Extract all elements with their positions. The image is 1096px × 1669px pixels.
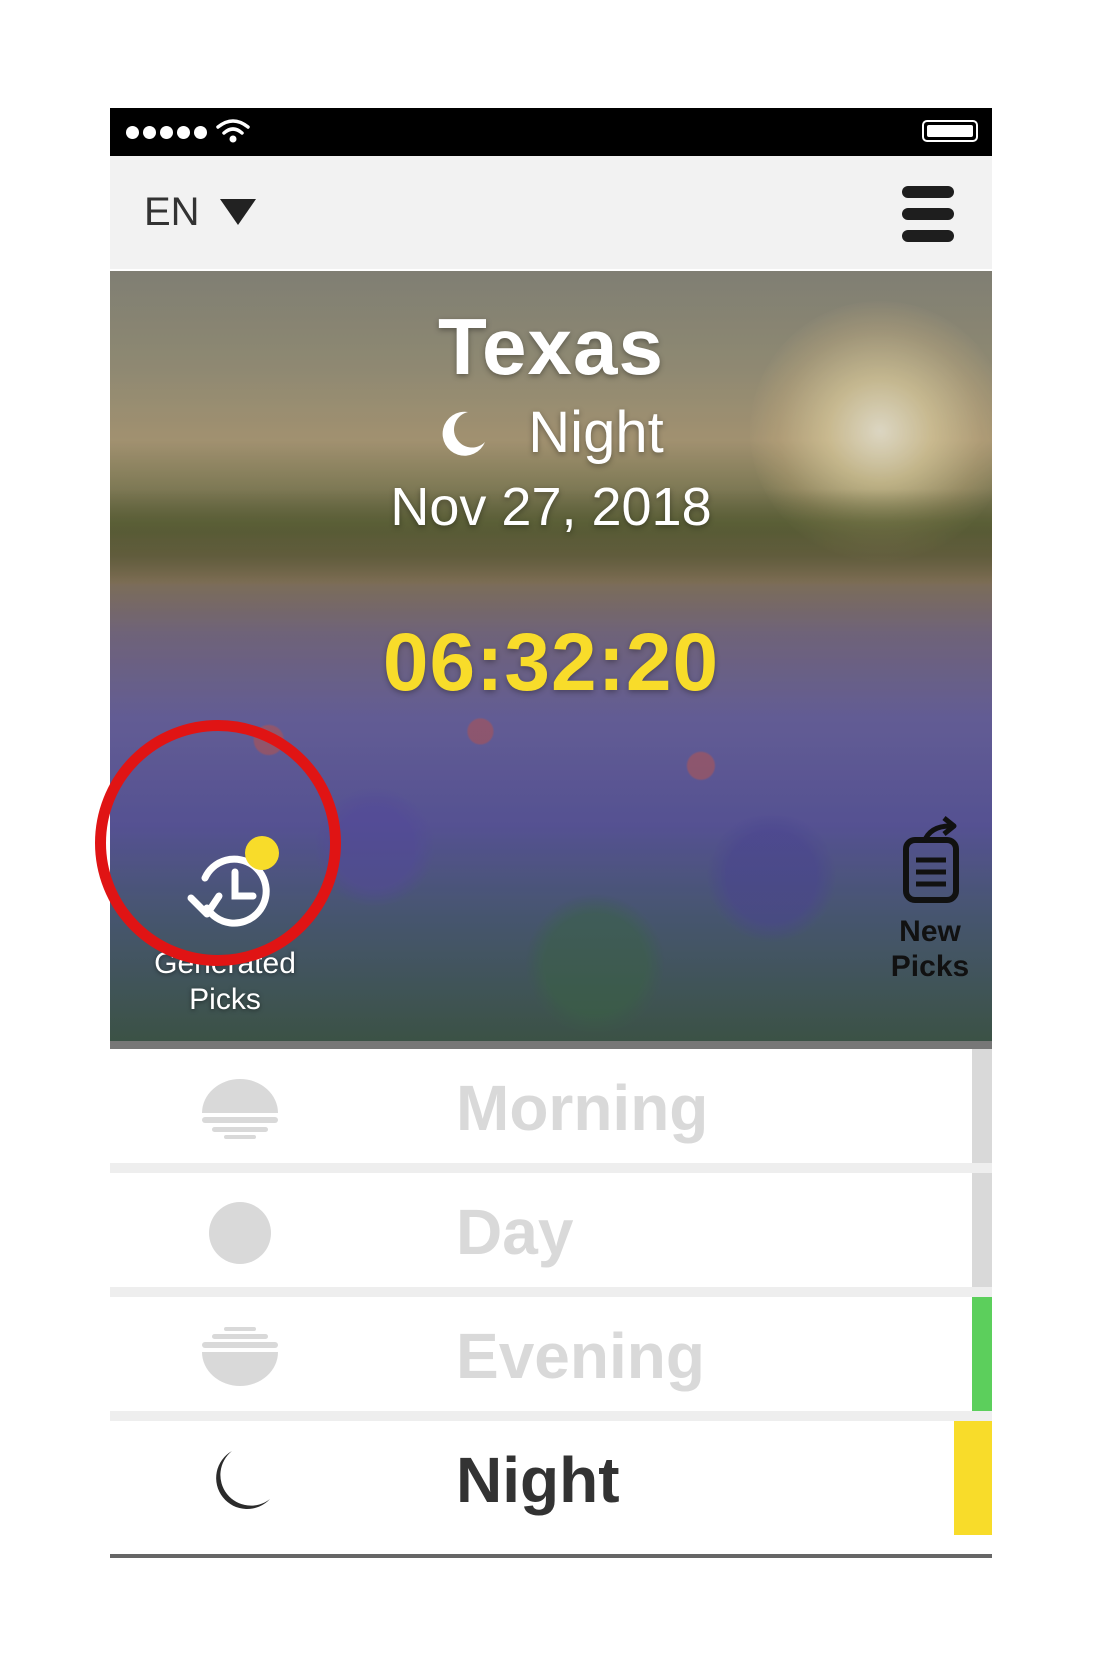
row-divider (110, 1163, 992, 1173)
period-label: Morning (456, 1072, 709, 1144)
battery-icon (922, 120, 978, 142)
row-divider (110, 1411, 992, 1421)
new-picks-button[interactable]: New Picks (880, 816, 980, 986)
moon-icon (216, 1451, 270, 1510)
period-row-night[interactable]: Night (110, 1421, 992, 1535)
row-divider (110, 1287, 992, 1297)
sunrise-icon (202, 1079, 278, 1139)
generated-picks-label: Generated Picks (130, 946, 320, 1018)
notification-badge (245, 836, 279, 870)
signal-dot (160, 125, 173, 139)
new-picks-label-line2: Picks (890, 950, 970, 983)
period-row-day[interactable]: Day (110, 1173, 992, 1287)
signal-dot (143, 125, 156, 139)
period-label: Night (456, 1444, 620, 1516)
new-picks-label-line1: New (899, 915, 961, 948)
period-indicator (954, 1421, 992, 1535)
generated-picks-label-line2: Picks (189, 983, 261, 1016)
hero-banner: Texas Night Nov 27, 2018 06:32:20 Genera… (110, 271, 992, 1041)
location-title: Texas (438, 302, 664, 391)
menu-bar (902, 208, 954, 220)
menu-bar (902, 186, 954, 198)
period-row-morning[interactable]: Morning (110, 1049, 992, 1163)
caret-down-icon (219, 199, 256, 225)
new-picks-label: New Picks (880, 914, 980, 984)
language-label: EN (144, 189, 200, 234)
generated-picks-label-line1: Generated (154, 947, 296, 980)
countdown-timer: 06:32:20 (382, 617, 720, 708)
signal-strength (126, 122, 207, 142)
bottom-divider (110, 1554, 992, 1558)
signal-dot (177, 125, 190, 139)
period-indicator (972, 1173, 992, 1287)
status-bar (110, 108, 992, 156)
wifi-icon (216, 119, 250, 143)
phone-frame: EN Texas Night Nov 27, 2018 06:32:20 Gen… (95, 108, 992, 1558)
period-indicator (972, 1297, 992, 1411)
period-label: Evening (456, 1320, 705, 1392)
signal-dot (194, 125, 207, 139)
share-list-icon (903, 816, 959, 903)
divider (110, 1041, 992, 1049)
top-bar: EN (110, 156, 992, 269)
generated-picks-button[interactable]: Generated Picks (130, 826, 320, 1016)
current-date: Nov 27, 2018 (390, 477, 712, 537)
current-period: Night (110, 399, 992, 466)
moon-icon (442, 411, 486, 456)
period-label: Day (456, 1196, 574, 1268)
current-period-label: Night (528, 400, 664, 465)
sun-circle-icon (209, 1202, 271, 1264)
signal-dot (126, 125, 139, 139)
period-row-evening[interactable]: Evening (110, 1297, 992, 1411)
hamburger-menu-icon[interactable] (902, 186, 954, 242)
period-indicator (972, 1049, 992, 1163)
language-selector[interactable]: EN (144, 186, 256, 238)
menu-bar (902, 230, 954, 242)
sunset-icon (202, 1327, 278, 1386)
battery-level (927, 125, 973, 137)
